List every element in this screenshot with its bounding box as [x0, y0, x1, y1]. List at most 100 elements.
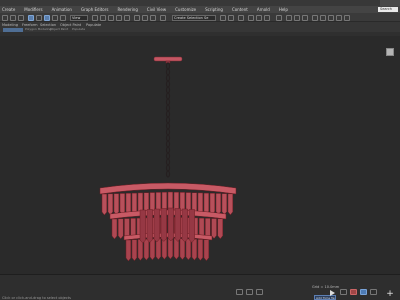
select-move-icon[interactable]: [44, 14, 50, 21]
tab-populate[interactable]: Populate: [86, 23, 101, 27]
crystal-prism: [113, 193, 120, 216]
crystal-prism: [174, 208, 181, 242]
edit-named-selection-icon[interactable]: [134, 14, 140, 21]
render-setup-icon[interactable]: [264, 14, 270, 21]
menu-item-animation[interactable]: Animation: [52, 6, 72, 13]
menu-item-content[interactable]: Content: [232, 6, 248, 13]
goto-start-icon[interactable]: [246, 289, 253, 295]
status-bar: Click or click-and-drag to select object…: [0, 274, 400, 300]
crystal-prism: [203, 239, 210, 262]
named-selection-set-dropdown[interactable]: Create Selection Se: [172, 14, 216, 21]
key-mode-icon[interactable]: [236, 289, 243, 295]
crystal-prism: [117, 218, 124, 240]
prompt-line: Click or click-and-drag to select object…: [2, 296, 71, 300]
crystal-prism: [101, 193, 108, 216]
percent-snap-icon[interactable]: [116, 14, 122, 21]
angle-snap-icon[interactable]: [108, 14, 114, 21]
ribbon-panel-populate[interactable]: Populate: [72, 28, 85, 31]
crystal-prism: [161, 238, 168, 260]
chandelier-model[interactable]: [0, 36, 400, 274]
crystal-prism: [167, 237, 174, 260]
menu-item-rendering[interactable]: Rendering: [117, 6, 137, 13]
render-production-icon[interactable]: [286, 14, 292, 21]
prev-frame-icon[interactable]: [256, 289, 263, 295]
rendered-frame-window-icon[interactable]: [276, 14, 282, 21]
tab-modeling[interactable]: Modeling: [2, 23, 18, 27]
spinner-snap-icon[interactable]: [124, 14, 130, 21]
crystal-prism: [221, 193, 228, 216]
arnold-render-icon[interactable]: [312, 14, 318, 21]
menu-bar: Create Modifiers Animation Graph Editors…: [0, 6, 400, 13]
ribbon: Modeling Freeform Selection Object Paint…: [0, 22, 400, 32]
crystal-prism: [197, 192, 204, 215]
snap-toggle-icon[interactable]: [100, 14, 106, 21]
crystal-prism: [125, 239, 132, 262]
undo-icon[interactable]: [2, 14, 8, 21]
menu-item-scripting[interactable]: Scripting: [205, 6, 223, 13]
select-scale-icon[interactable]: [60, 14, 66, 21]
crystal-prism: [179, 238, 186, 260]
crystal-prism: [185, 238, 192, 261]
main-toolbar: View Create Selection Se: [0, 13, 400, 22]
align-icon[interactable]: [150, 14, 156, 21]
auto-key-button[interactable]: [350, 289, 357, 295]
crystal-prism: [181, 208, 188, 243]
search-input[interactable]: Search: [378, 7, 398, 12]
arnold-tools-icon[interactable]: [344, 14, 350, 21]
menu-item-create[interactable]: Create: [2, 6, 15, 13]
key-filters-icon[interactable]: [370, 289, 377, 295]
menu-item-arnold[interactable]: Arnold: [257, 6, 270, 13]
mirror-icon[interactable]: [142, 14, 148, 21]
crystal-prism: [107, 193, 114, 216]
crystal-prism: [191, 238, 198, 261]
arnold-light-icon[interactable]: [328, 14, 334, 21]
pivot-icon[interactable]: [92, 14, 98, 21]
redo-icon[interactable]: [10, 14, 16, 21]
viewport-perspective[interactable]: [0, 36, 400, 274]
menu-item-help[interactable]: Help: [279, 6, 288, 13]
crystal-prism: [119, 193, 126, 215]
play-icon[interactable]: [330, 290, 335, 296]
crystal-prism: [131, 192, 138, 215]
crystal-prism: [217, 218, 224, 240]
curve-editor-icon[interactable]: [238, 14, 244, 21]
zoom-extents-icon[interactable]: +: [386, 290, 394, 299]
menu-item-graph-editors[interactable]: Graph Editors: [81, 6, 108, 13]
crystal-prism: [131, 239, 138, 262]
ribbon-panel-object-paint[interactable]: Object Paint: [50, 28, 68, 31]
crystal-prism: [125, 193, 132, 215]
ribbon-panel-polygon-modeling[interactable]: Polygon Modeling: [25, 28, 51, 31]
render-in-cloud-icon[interactable]: [302, 14, 308, 21]
link-icon[interactable]: [18, 14, 24, 21]
render-iterative-icon[interactable]: [294, 14, 300, 21]
layer-explorer-icon[interactable]: [160, 14, 166, 21]
crystal-prism: [167, 207, 174, 242]
crystal-prism: [143, 238, 150, 261]
crystal-prism: [215, 193, 222, 215]
schematic-view-icon[interactable]: [248, 14, 254, 21]
crystal-prism: [227, 193, 234, 216]
crystal-prism: [188, 209, 195, 243]
crystal-prism: [149, 238, 156, 261]
reference-coordinate-dropdown[interactable]: View: [70, 14, 88, 21]
material-editor-icon[interactable]: [256, 14, 262, 21]
menu-item-modifiers[interactable]: Modifiers: [24, 6, 42, 13]
menu-item-customize[interactable]: Customize: [175, 6, 196, 13]
toggle-layer-explorer-icon[interactable]: [228, 14, 234, 21]
arnold-ipr-icon[interactable]: [320, 14, 326, 21]
crystal-prism: [160, 208, 167, 242]
menu-item-civil-view[interactable]: Civil View: [147, 6, 166, 13]
select-rotate-icon[interactable]: [52, 14, 58, 21]
select-by-name-icon[interactable]: [36, 14, 42, 21]
toggle-scene-explorer-icon[interactable]: [220, 14, 226, 21]
crystal-prism: [139, 209, 146, 244]
next-frame-icon[interactable]: [340, 289, 347, 295]
set-key-button[interactable]: [360, 289, 367, 295]
select-object-icon[interactable]: [28, 14, 34, 21]
arnold-settings-icon[interactable]: [336, 14, 342, 21]
crystal-prism: [197, 239, 204, 261]
crystal-prism: [111, 218, 118, 240]
crystal-prism: [209, 193, 216, 215]
crystal-prism: [211, 218, 217, 239]
crystal-prism: [203, 192, 210, 215]
